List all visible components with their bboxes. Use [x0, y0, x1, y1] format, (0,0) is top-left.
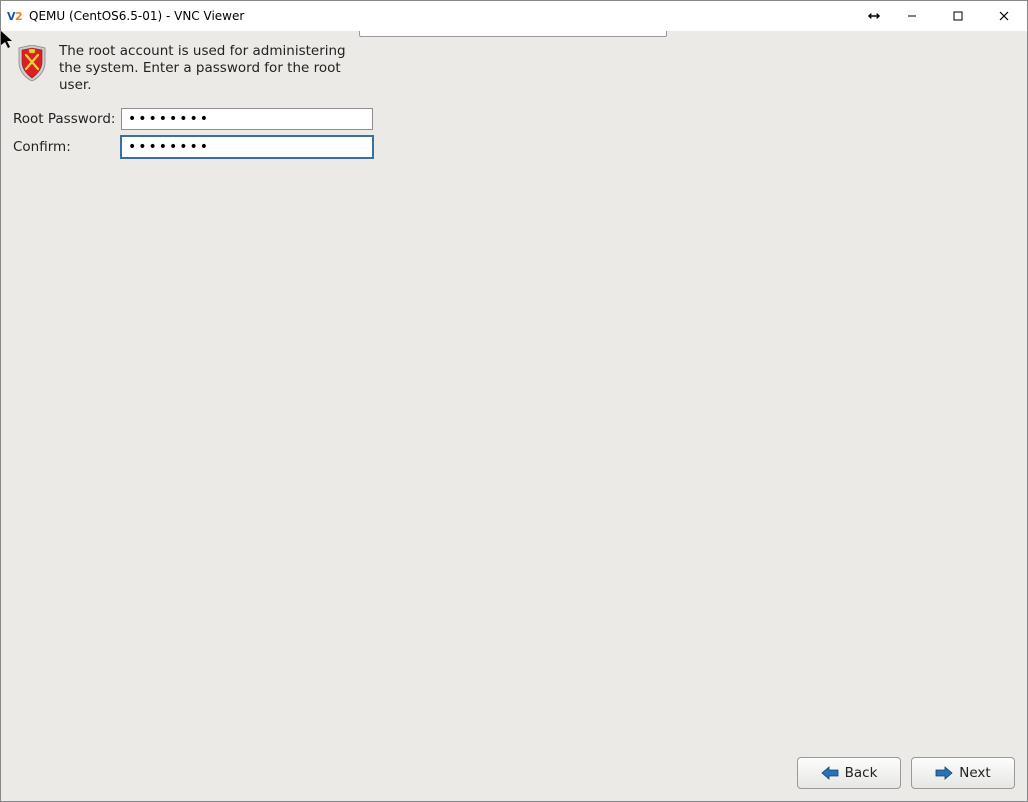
arrow-left-icon: [821, 766, 839, 780]
maximize-button[interactable]: [935, 1, 981, 31]
installer-root-password-screen: The root account is used for administeri…: [1, 31, 1027, 801]
root-password-form: Root Password: Confirm:: [13, 108, 1015, 158]
next-button-label: Next: [959, 765, 990, 781]
arrow-right-icon: [935, 766, 953, 780]
svg-text:2: 2: [15, 10, 23, 23]
app-window: V 2 QEMU (CentOS6.5-01) - VNC Viewer: [0, 0, 1028, 802]
dropdown-remnant: [359, 31, 667, 37]
back-button[interactable]: Back: [797, 757, 901, 789]
next-button[interactable]: Next: [911, 757, 1015, 789]
vnc-canvas[interactable]: The root account is used for administeri…: [1, 31, 1027, 801]
close-button[interactable]: [981, 1, 1027, 31]
root-shield-icon: [17, 45, 47, 81]
confirm-password-input[interactable]: [121, 136, 373, 158]
title-bar: V 2 QEMU (CentOS6.5-01) - VNC Viewer: [1, 1, 1027, 32]
resize-arrows-icon[interactable]: [859, 11, 889, 21]
minimize-button[interactable]: [889, 1, 935, 31]
description-text: The root account is used for administeri…: [59, 43, 349, 94]
root-password-input[interactable]: [121, 108, 373, 130]
confirm-label: Confirm:: [13, 139, 121, 155]
nav-buttons: Back Next: [797, 757, 1015, 789]
back-button-label: Back: [845, 765, 878, 781]
window-title: QEMU (CentOS6.5-01) - VNC Viewer: [29, 9, 244, 23]
root-password-label: Root Password:: [13, 111, 121, 127]
description-row: The root account is used for administeri…: [13, 43, 1015, 94]
vnc-viewer-icon: V 2: [7, 8, 23, 24]
